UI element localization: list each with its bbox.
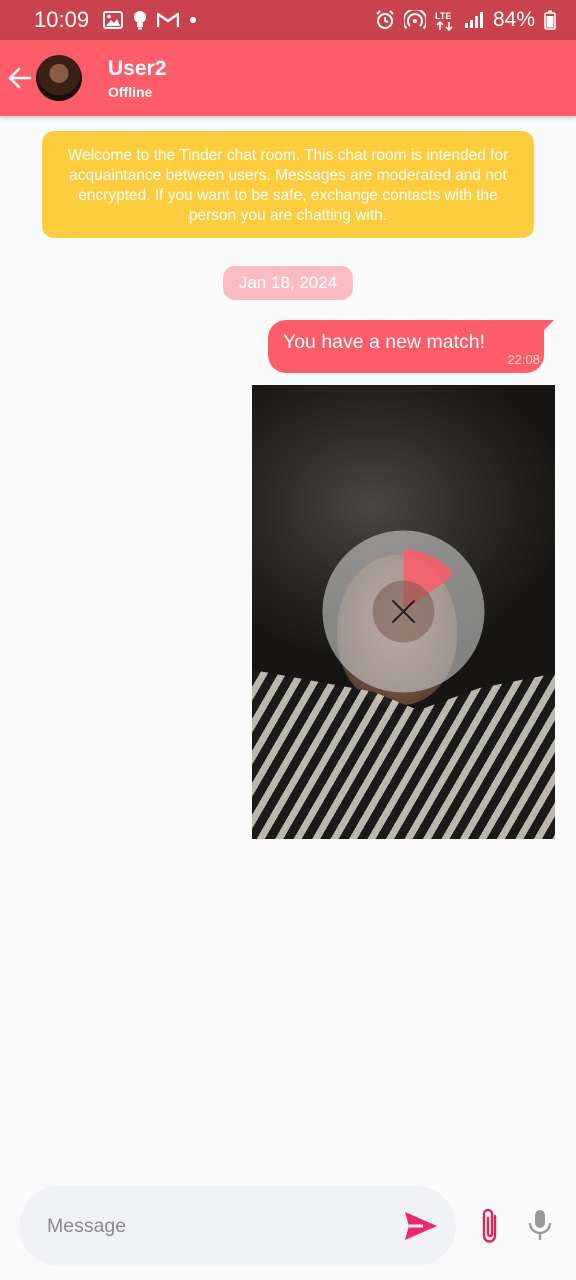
alarm-icon — [376, 10, 394, 29]
user-name: User2 — [108, 57, 167, 80]
gallery-icon — [103, 11, 124, 29]
message-text: You have a new match! — [283, 331, 485, 353]
notification-dot-icon — [190, 17, 197, 23]
send-button[interactable] — [403, 1210, 439, 1242]
user-status: Offline — [108, 84, 153, 100]
battery-percent: 84% — [492, 8, 535, 31]
battery-icon — [544, 10, 556, 30]
signal-icon — [464, 12, 483, 28]
gmail-icon — [157, 12, 180, 27]
welcome-notice: Welcome to the Tinder chat room. This ch… — [42, 131, 534, 238]
chat-header: User2 Offline — [0, 40, 576, 116]
message-input[interactable] — [47, 1186, 387, 1266]
photo-message[interactable] — [252, 385, 555, 839]
message-bubble[interactable]: You have a new match! 22:08 — [268, 320, 554, 373]
attach-button[interactable] — [476, 1206, 504, 1246]
svg-text:LTE: LTE — [435, 11, 451, 21]
mic-icon — [528, 1210, 552, 1240]
status-bar: 10:09 LTE 84% — [0, 0, 576, 40]
arrow-back-icon — [8, 67, 32, 89]
send-icon — [405, 1212, 437, 1240]
bubble-tail — [540, 320, 554, 334]
date-separator: Jan 18, 2024 — [223, 266, 353, 300]
lte-icon: LTE — [435, 11, 453, 31]
status-time: 10:09 — [34, 7, 90, 32]
mic-button[interactable] — [526, 1208, 554, 1244]
message-time: 22:08 — [507, 352, 540, 367]
lightbulb-icon — [134, 11, 147, 30]
avatar[interactable] — [36, 55, 82, 101]
back-button[interactable] — [2, 40, 38, 116]
upload-progress-ring[interactable] — [322, 530, 485, 693]
paperclip-icon — [482, 1208, 497, 1243]
hotspot-icon — [403, 10, 426, 30]
user-info[interactable]: User2 Offline — [108, 56, 166, 100]
message-composer — [19, 1186, 456, 1266]
